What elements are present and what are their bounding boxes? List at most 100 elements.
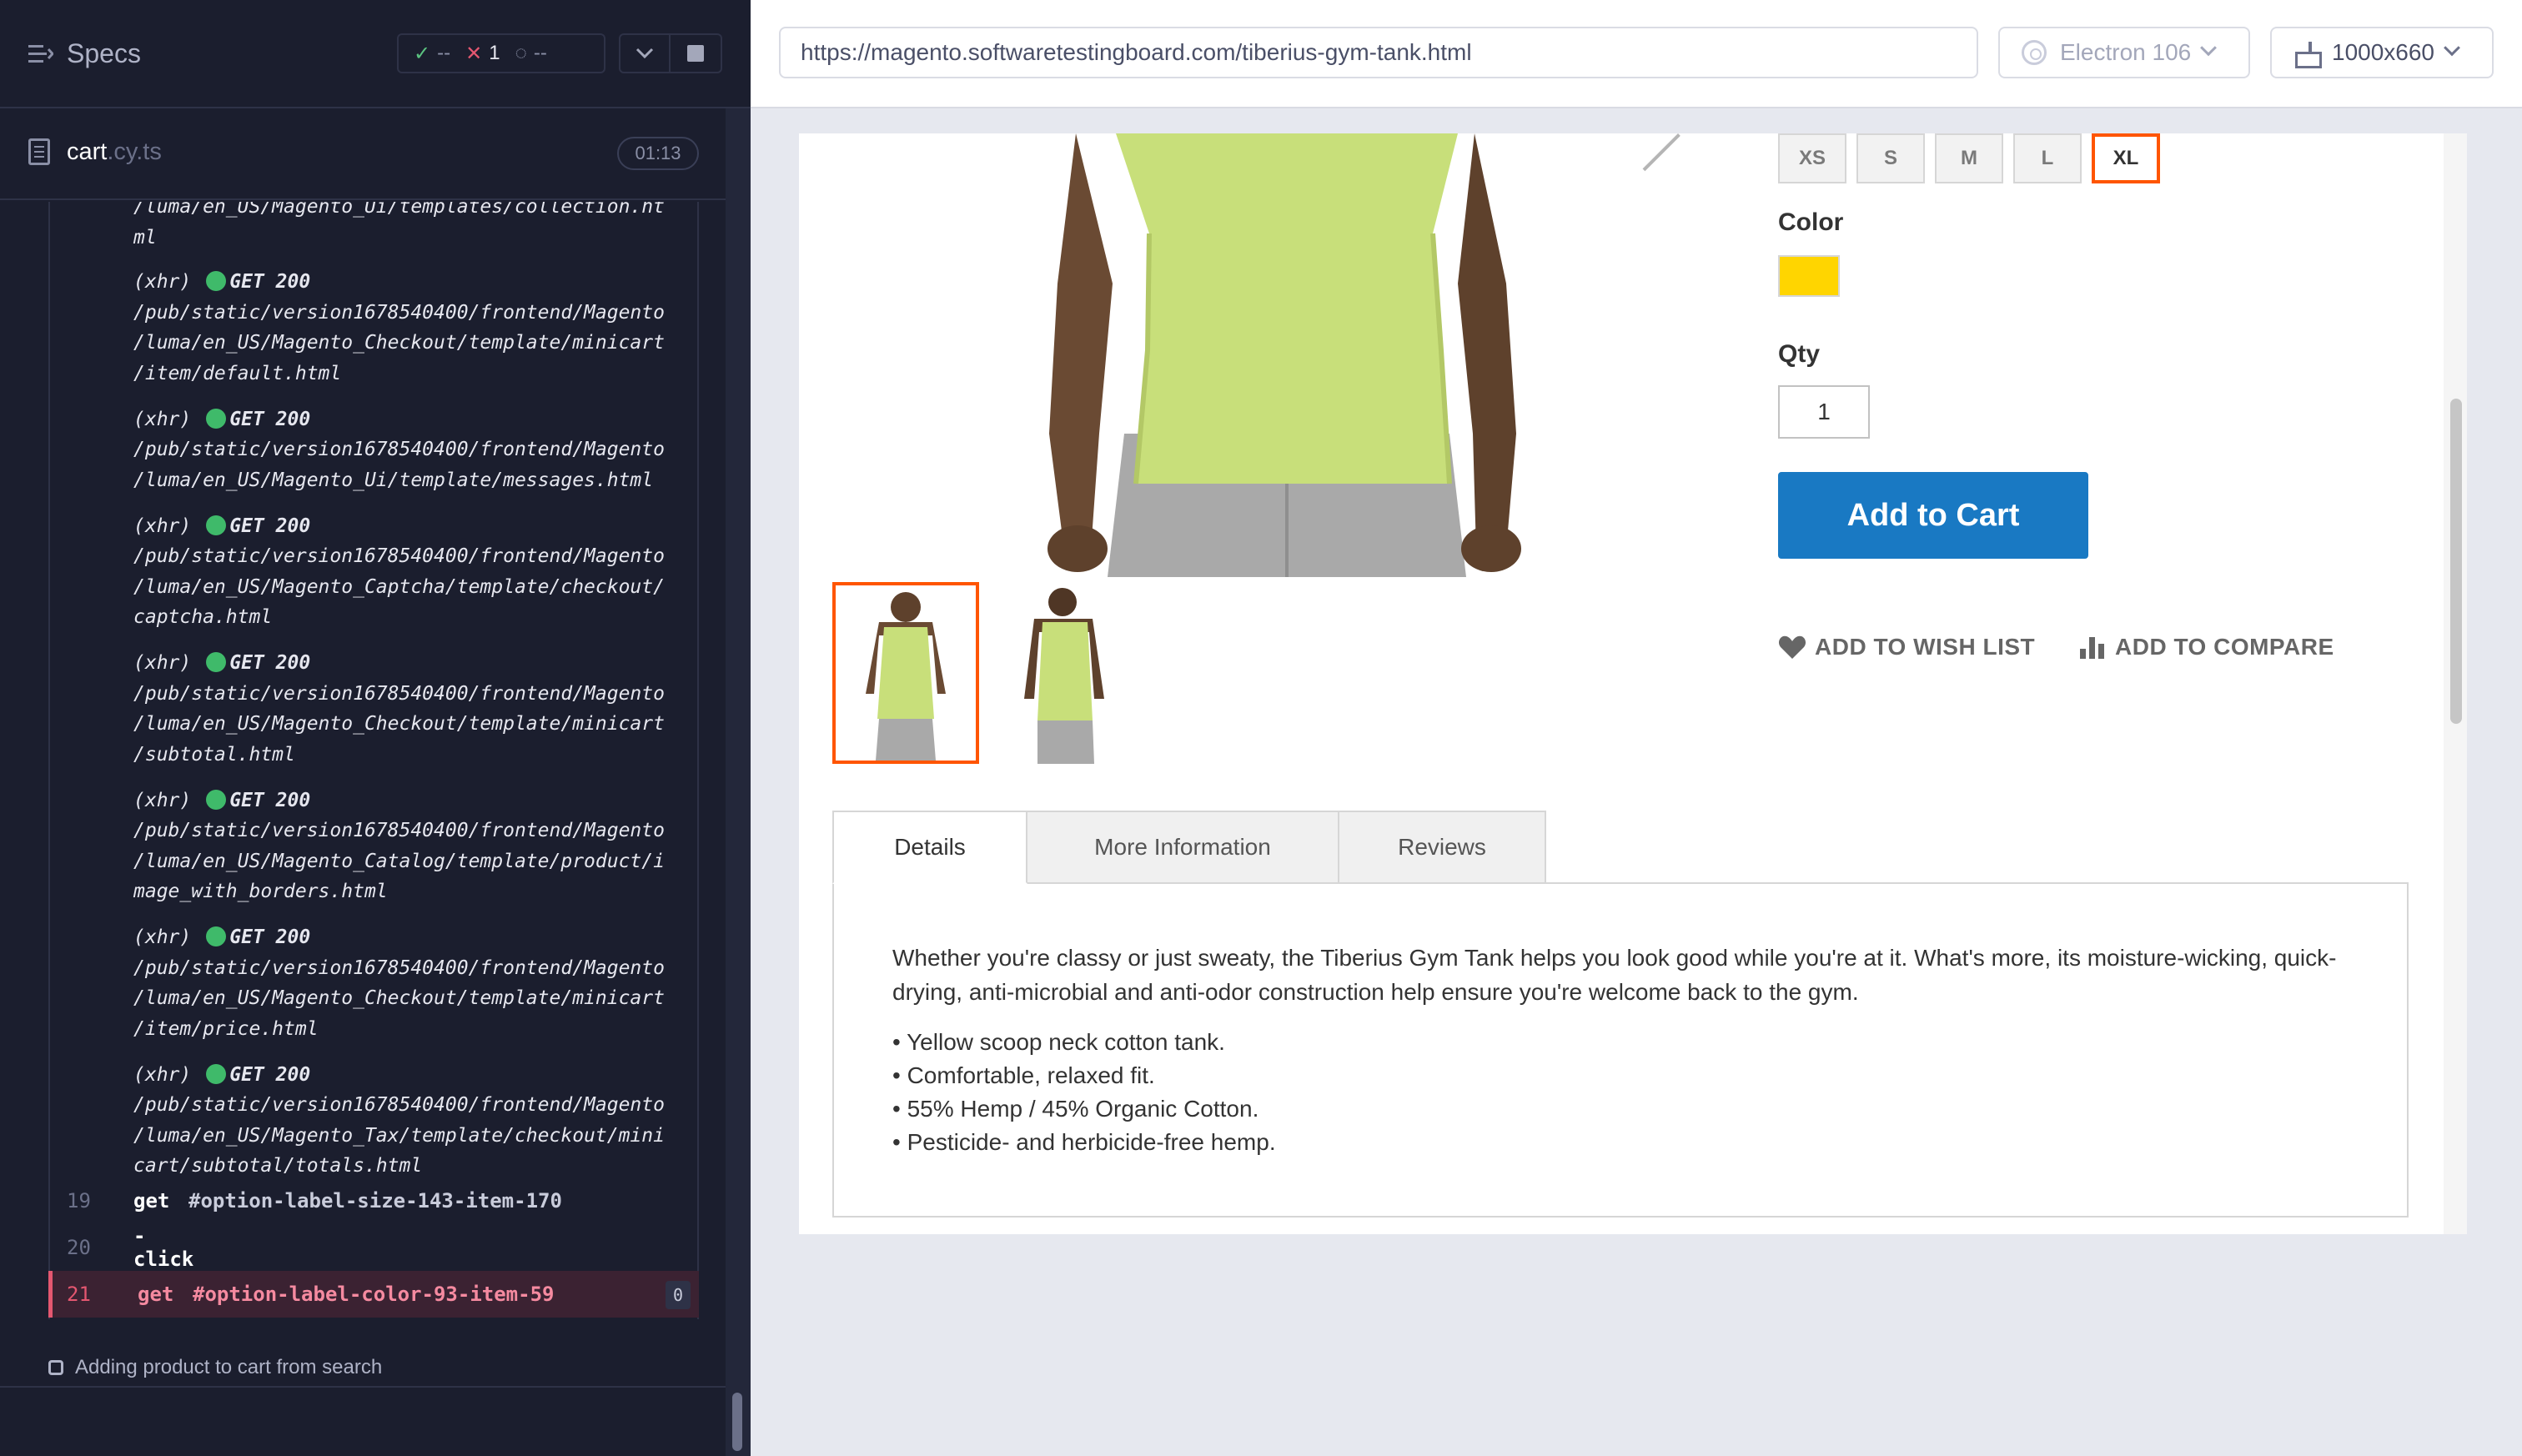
size-option-xs[interactable]: XS <box>1778 133 1846 183</box>
xhr-header: (xhr) GET 200 <box>133 922 692 953</box>
color-label: Color <box>1778 208 1844 236</box>
check-icon: ✓ <box>414 42 431 65</box>
options-dropdown-button[interactable] <box>619 33 671 73</box>
failed-stat: ✕ 1 <box>465 42 500 66</box>
browser-name: Electron 106 <box>2060 39 2192 65</box>
test-status-icon <box>48 1360 63 1375</box>
xhr-url-line: /item/default.html <box>133 362 342 384</box>
bar-chart-icon <box>2080 637 2104 659</box>
color-swatch-yellow[interactable] <box>1778 255 1840 297</box>
size-option-l[interactable]: L <box>2013 133 2082 183</box>
test-stats: ✓ -- ✕ 1 ◌ -- <box>397 33 605 73</box>
chevron-down-icon <box>2200 39 2218 57</box>
product-thumbnail-back[interactable] <box>996 582 1143 764</box>
feature-item: • Comfortable, relaxed fit. <box>892 1062 1155 1088</box>
xhr-url-line: /pub/static/version1678540400/frontend/M… <box>133 956 665 979</box>
size-option-m[interactable]: M <box>1935 133 2003 183</box>
log-edge-line <box>697 202 699 1319</box>
command-row[interactable]: 20 -click <box>48 1224 699 1271</box>
xhr-url-line: /item/price.html <box>133 1017 319 1040</box>
xhr-method-status: GET 200 <box>229 652 311 674</box>
command-log[interactable]: /luma/en_US/Magento_Ui/templates/collect… <box>0 202 726 1386</box>
add-to-compare-link[interactable]: ADD TO COMPARE <box>2078 634 2334 660</box>
url-field[interactable]: https://magento.softwaretestingboard.com… <box>779 27 1978 78</box>
xhr-log-entry[interactable]: (xhr) GET 200/pub/static/version167854040… <box>133 511 692 633</box>
command-number: 21 <box>67 1283 91 1306</box>
xhr-log-entry[interactable]: (xhr) GET 200/pub/static/version167854040… <box>133 786 692 907</box>
log-indent-line <box>48 202 50 1319</box>
runner-scrollbar[interactable] <box>726 108 751 1456</box>
xhr-url-line: /luma/en_US/Magento_Checkout/template/mi… <box>133 987 665 1009</box>
xhr-label: (xhr) <box>133 652 192 674</box>
stop-icon <box>687 45 704 62</box>
xhr-log-entry[interactable]: (xhr) GET 200/pub/static/version167854040… <box>133 922 692 1044</box>
xhr-method-status: GET 200 <box>229 515 311 537</box>
spec-file-name: cart.cy.ts <box>67 138 162 166</box>
xhr-url-line: /pub/static/version1678540400/frontend/M… <box>133 545 665 567</box>
xhr-url-line: /luma/en_US/Magento_Captcha/template/che… <box>133 575 665 598</box>
aut-scrollbar[interactable] <box>2444 133 2467 1234</box>
thumbnail-image <box>1024 588 1104 764</box>
browser-selector[interactable]: Electron 106 <box>1998 27 2250 78</box>
xhr-url-line: /pub/static/version1678540400/frontend/M… <box>133 301 665 324</box>
divider <box>0 1386 726 1388</box>
product-info-tabs: Details More Information Reviews <box>832 811 2434 884</box>
viewport-selector[interactable]: 1000x660 <box>2270 27 2494 78</box>
xhr-url-line: /luma/en_US/Magento_Checkout/template/mi… <box>133 713 665 735</box>
status-dot-icon <box>206 926 227 946</box>
xhr-log-entry[interactable]: (xhr) GET 200/pub/static/version167854040… <box>133 648 692 770</box>
add-to-cart-button[interactable]: Add to Cart <box>1778 472 2088 559</box>
command-row[interactable]: 19 get #option-label-size-143-item-170 <box>48 1177 699 1224</box>
tab-more-information[interactable]: More Information <box>1026 811 1339 884</box>
product-description: Whether you're classy or just sweaty, th… <box>892 945 2337 1005</box>
specs-header: Specs ✓ -- ✕ 1 ◌ -- <box>0 0 751 108</box>
xhr-log-entry[interactable]: (xhr) GET 200/pub/static/version167854040… <box>133 267 692 389</box>
chevron-down-icon <box>2444 39 2460 57</box>
product-thumbnail-front-selected[interactable] <box>832 582 979 764</box>
compare-label: ADD TO COMPARE <box>2115 634 2334 660</box>
add-to-wishlist-link[interactable]: ADD TO WISH LIST <box>1778 634 2035 660</box>
viewport-icon <box>2293 40 2322 68</box>
size-option-s[interactable]: S <box>1856 133 1925 183</box>
tab-details[interactable]: Details <box>832 811 1027 884</box>
scroll-thumb[interactable] <box>732 1393 742 1451</box>
pending-stat: ◌ -- <box>515 42 547 65</box>
feature-list: • Yellow scoop neck cotton tank. • Comfo… <box>892 1026 1276 1159</box>
log-fragment: /luma/en_US/Magento_Ui/templates/collect… <box>133 202 692 253</box>
command-number: 20 <box>67 1236 91 1259</box>
xhr-log-entry[interactable]: (xhr) GET 200/pub/static/version167854040… <box>133 1060 692 1182</box>
size-option-xl-selected[interactable]: XL <box>2092 133 2160 183</box>
cypress-runner-panel: Specs ✓ -- ✕ 1 ◌ -- cart.cy.ts 01:13 /lu… <box>0 0 751 1456</box>
xhr-log-entry[interactable]: (xhr) GET 200/pub/static/version167854040… <box>133 404 692 496</box>
pending-spinner-icon: ◌ <box>515 42 527 64</box>
command-arg: #option-label-size-143-item-170 <box>188 1189 562 1212</box>
command-name: -click <box>133 1224 194 1271</box>
pending-count: -- <box>533 42 547 64</box>
tab-reviews[interactable]: Reviews <box>1338 811 1546 884</box>
command-number: 19 <box>67 1189 91 1212</box>
test-title-row[interactable]: Adding product to cart from search <box>48 1351 716 1384</box>
xhr-url-line: mage_with_borders.html <box>133 881 388 902</box>
xhr-header: (xhr) GET 200 <box>133 404 692 435</box>
xhr-label: (xhr) <box>133 789 192 811</box>
xhr-url-line: /pub/static/version1678540400/frontend/M… <box>133 682 665 705</box>
passed-count: -- <box>437 42 451 64</box>
log-line: ml <box>133 226 157 249</box>
stop-button[interactable] <box>671 33 722 73</box>
xhr-url-line: /subtotal.html <box>133 743 295 766</box>
xhr-header: (xhr) GET 200 <box>133 648 692 679</box>
command-name: get <box>133 1189 170 1212</box>
status-dot-icon <box>206 1063 227 1084</box>
spec-file-row[interactable]: cart.cy.ts 01:13 <box>0 110 726 200</box>
details-panel: Whether you're classy or just sweaty, th… <box>832 882 2409 1218</box>
scroll-thumb[interactable] <box>2450 399 2462 724</box>
specs-title[interactable]: Specs <box>67 38 141 69</box>
product-main-image[interactable] <box>799 133 1766 577</box>
xhr-header: (xhr) GET 200 <box>133 511 692 542</box>
command-arg: #option-label-color-93-item-59 <box>193 1283 555 1306</box>
command-row-failed[interactable]: 21 get #option-label-color-93-item-59 0 <box>48 1271 699 1318</box>
status-dot-icon <box>206 271 227 291</box>
qty-input[interactable] <box>1778 385 1870 439</box>
xhr-label: (xhr) <box>133 271 192 293</box>
specs-toggle-icon[interactable] <box>28 43 53 65</box>
